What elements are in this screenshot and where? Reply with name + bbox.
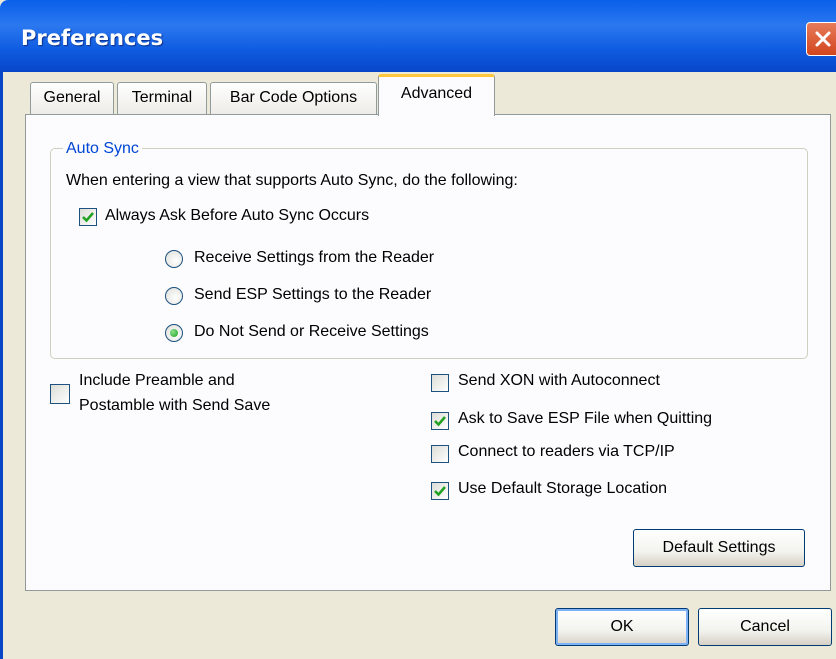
- tab-bar-code-options-label: Bar Code Options: [229, 89, 358, 106]
- tab-advanced-label: Advanced: [400, 85, 473, 102]
- ok-label: OK: [610, 618, 634, 635]
- ok-button[interactable]: OK: [555, 608, 689, 646]
- auto-sync-group-label: Auto Sync: [63, 140, 142, 158]
- send-xon-checkbox[interactable]: [431, 374, 449, 392]
- radio-do-not-send-receive[interactable]: [165, 324, 183, 342]
- radio-selected-dot: [170, 329, 178, 337]
- radio-send-esp-settings[interactable]: [165, 287, 183, 305]
- connect-tcpip-checkbox[interactable]: [431, 445, 449, 463]
- checkmark-icon: [434, 486, 446, 497]
- close-icon: [815, 31, 831, 47]
- title-bar[interactable]: Preferences: [0, 0, 836, 72]
- radio-do-not-send-receive-label[interactable]: Do Not Send or Receive Settings: [194, 323, 429, 341]
- checkmark-icon: [82, 212, 94, 223]
- tab-bar-code-options[interactable]: Bar Code Options: [210, 82, 377, 115]
- close-button[interactable]: [806, 22, 836, 56]
- always-ask-checkbox[interactable]: [79, 208, 97, 226]
- always-ask-label[interactable]: Always Ask Before Auto Sync Occurs: [105, 207, 369, 225]
- tab-advanced[interactable]: Advanced: [378, 74, 495, 116]
- include-preamble-label-line2[interactable]: Postamble with Send Save: [79, 397, 270, 415]
- ask-save-esp-checkbox[interactable]: [431, 412, 449, 430]
- tab-terminal-label: Terminal: [131, 89, 193, 106]
- use-default-storage-label[interactable]: Use Default Storage Location: [458, 480, 667, 498]
- radio-receive-settings-label[interactable]: Receive Settings from the Reader: [194, 249, 434, 267]
- use-default-storage-checkbox[interactable]: [431, 482, 449, 500]
- cancel-label: Cancel: [740, 618, 790, 635]
- radio-receive-settings[interactable]: [165, 250, 183, 268]
- checkmark-icon: [434, 416, 446, 427]
- default-settings-label: Default Settings: [662, 539, 776, 556]
- include-preamble-checkbox[interactable]: [50, 384, 70, 404]
- tab-terminal[interactable]: Terminal: [117, 82, 207, 115]
- cancel-button[interactable]: Cancel: [698, 608, 832, 646]
- send-xon-label[interactable]: Send XON with Autoconnect: [458, 372, 660, 390]
- tab-general[interactable]: General: [30, 82, 114, 115]
- radio-send-esp-settings-label[interactable]: Send ESP Settings to the Reader: [194, 286, 431, 304]
- include-preamble-label-line1[interactable]: Include Preamble and: [79, 372, 235, 390]
- tab-general-label: General: [43, 89, 101, 106]
- default-settings-button[interactable]: Default Settings: [633, 529, 805, 567]
- connect-tcpip-label[interactable]: Connect to readers via TCP/IP: [458, 443, 675, 461]
- ask-save-esp-label[interactable]: Ask to Save ESP File when Quitting: [458, 410, 712, 428]
- window-title: Preferences: [21, 26, 164, 50]
- auto-sync-description: When entering a view that supports Auto …: [66, 172, 518, 189]
